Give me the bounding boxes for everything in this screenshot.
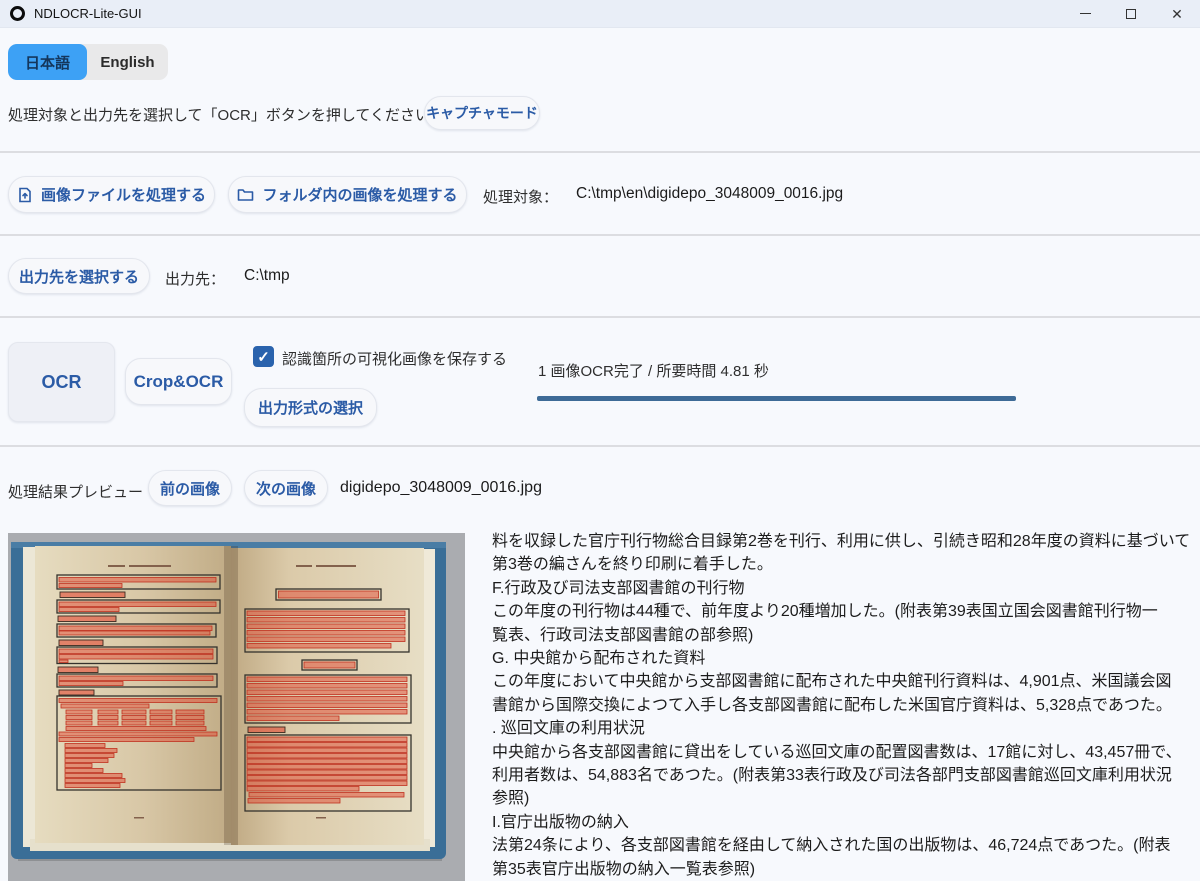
section-divider [0, 151, 1200, 153]
next-image-button[interactable]: 次の画像 [244, 470, 328, 506]
language-english-button[interactable]: English [87, 44, 168, 80]
preview-label: 処理結果プレビュー [8, 481, 143, 502]
capture-mode-button[interactable]: キャプチャモード [424, 96, 540, 130]
instruction-text: 処理対象と出力先を選択して「OCR」ボタンを押してください [8, 104, 430, 125]
language-japanese-button[interactable]: 日本語 [8, 44, 87, 80]
crop-ocr-button[interactable]: Crop&OCR [125, 358, 232, 405]
window-title: NDLOCR-Lite-GUI [34, 6, 1062, 21]
check-icon: ✓ [257, 348, 270, 366]
output-format-button[interactable]: 出力形式の選択 [244, 388, 377, 427]
output-path: C:\tmp [244, 267, 290, 285]
section-divider [0, 445, 1200, 447]
close-icon: ✕ [1171, 7, 1183, 21]
previous-image-button[interactable]: 前の画像 [148, 470, 232, 506]
section-divider [0, 234, 1200, 236]
folder-icon [237, 187, 254, 202]
output-label: 出力先： [165, 268, 225, 289]
title-bar: NDLOCR-Lite-GUI ✕ [0, 0, 1200, 28]
file-upload-icon [17, 187, 33, 203]
minimize-icon [1080, 13, 1091, 14]
process-folder-label: フォルダ内の画像を処理する [262, 184, 457, 205]
save-visualization-label: 認識箇所の可視化画像を保存する [282, 348, 507, 369]
process-folder-button[interactable]: フォルダ内の画像を処理する [228, 176, 467, 213]
maximize-button[interactable] [1108, 0, 1154, 28]
app-logo-icon [10, 6, 25, 21]
process-image-file-button[interactable]: 画像ファイルを処理する [8, 176, 215, 213]
language-toggle: 日本語 English [8, 44, 168, 80]
progress-bar [537, 396, 1016, 401]
target-path: C:\tmp\en\digidepo_3048009_0016.jpg [576, 185, 843, 203]
maximize-icon [1126, 9, 1136, 19]
ocr-result-text: 料を収録した官庁刊行物総合目録第2巻を刊行、利用に供し、引続き昭和28年度の資料… [492, 530, 1200, 881]
ocr-button[interactable]: OCR [8, 342, 115, 422]
save-visualization-checkbox[interactable]: ✓ [253, 346, 274, 367]
process-image-file-label: 画像ファイルを処理する [41, 184, 206, 205]
select-output-button[interactable]: 出力先を選択する [8, 258, 150, 294]
target-label: 処理対象： [483, 186, 558, 207]
section-divider [0, 316, 1200, 318]
minimize-button[interactable] [1062, 0, 1108, 28]
preview-image [8, 533, 465, 881]
ocr-status-text: 1 画像OCR完了 / 所要時間 4.81 秒 [538, 360, 769, 381]
close-button[interactable]: ✕ [1154, 0, 1200, 28]
preview-filename: digidepo_3048009_0016.jpg [340, 479, 542, 497]
